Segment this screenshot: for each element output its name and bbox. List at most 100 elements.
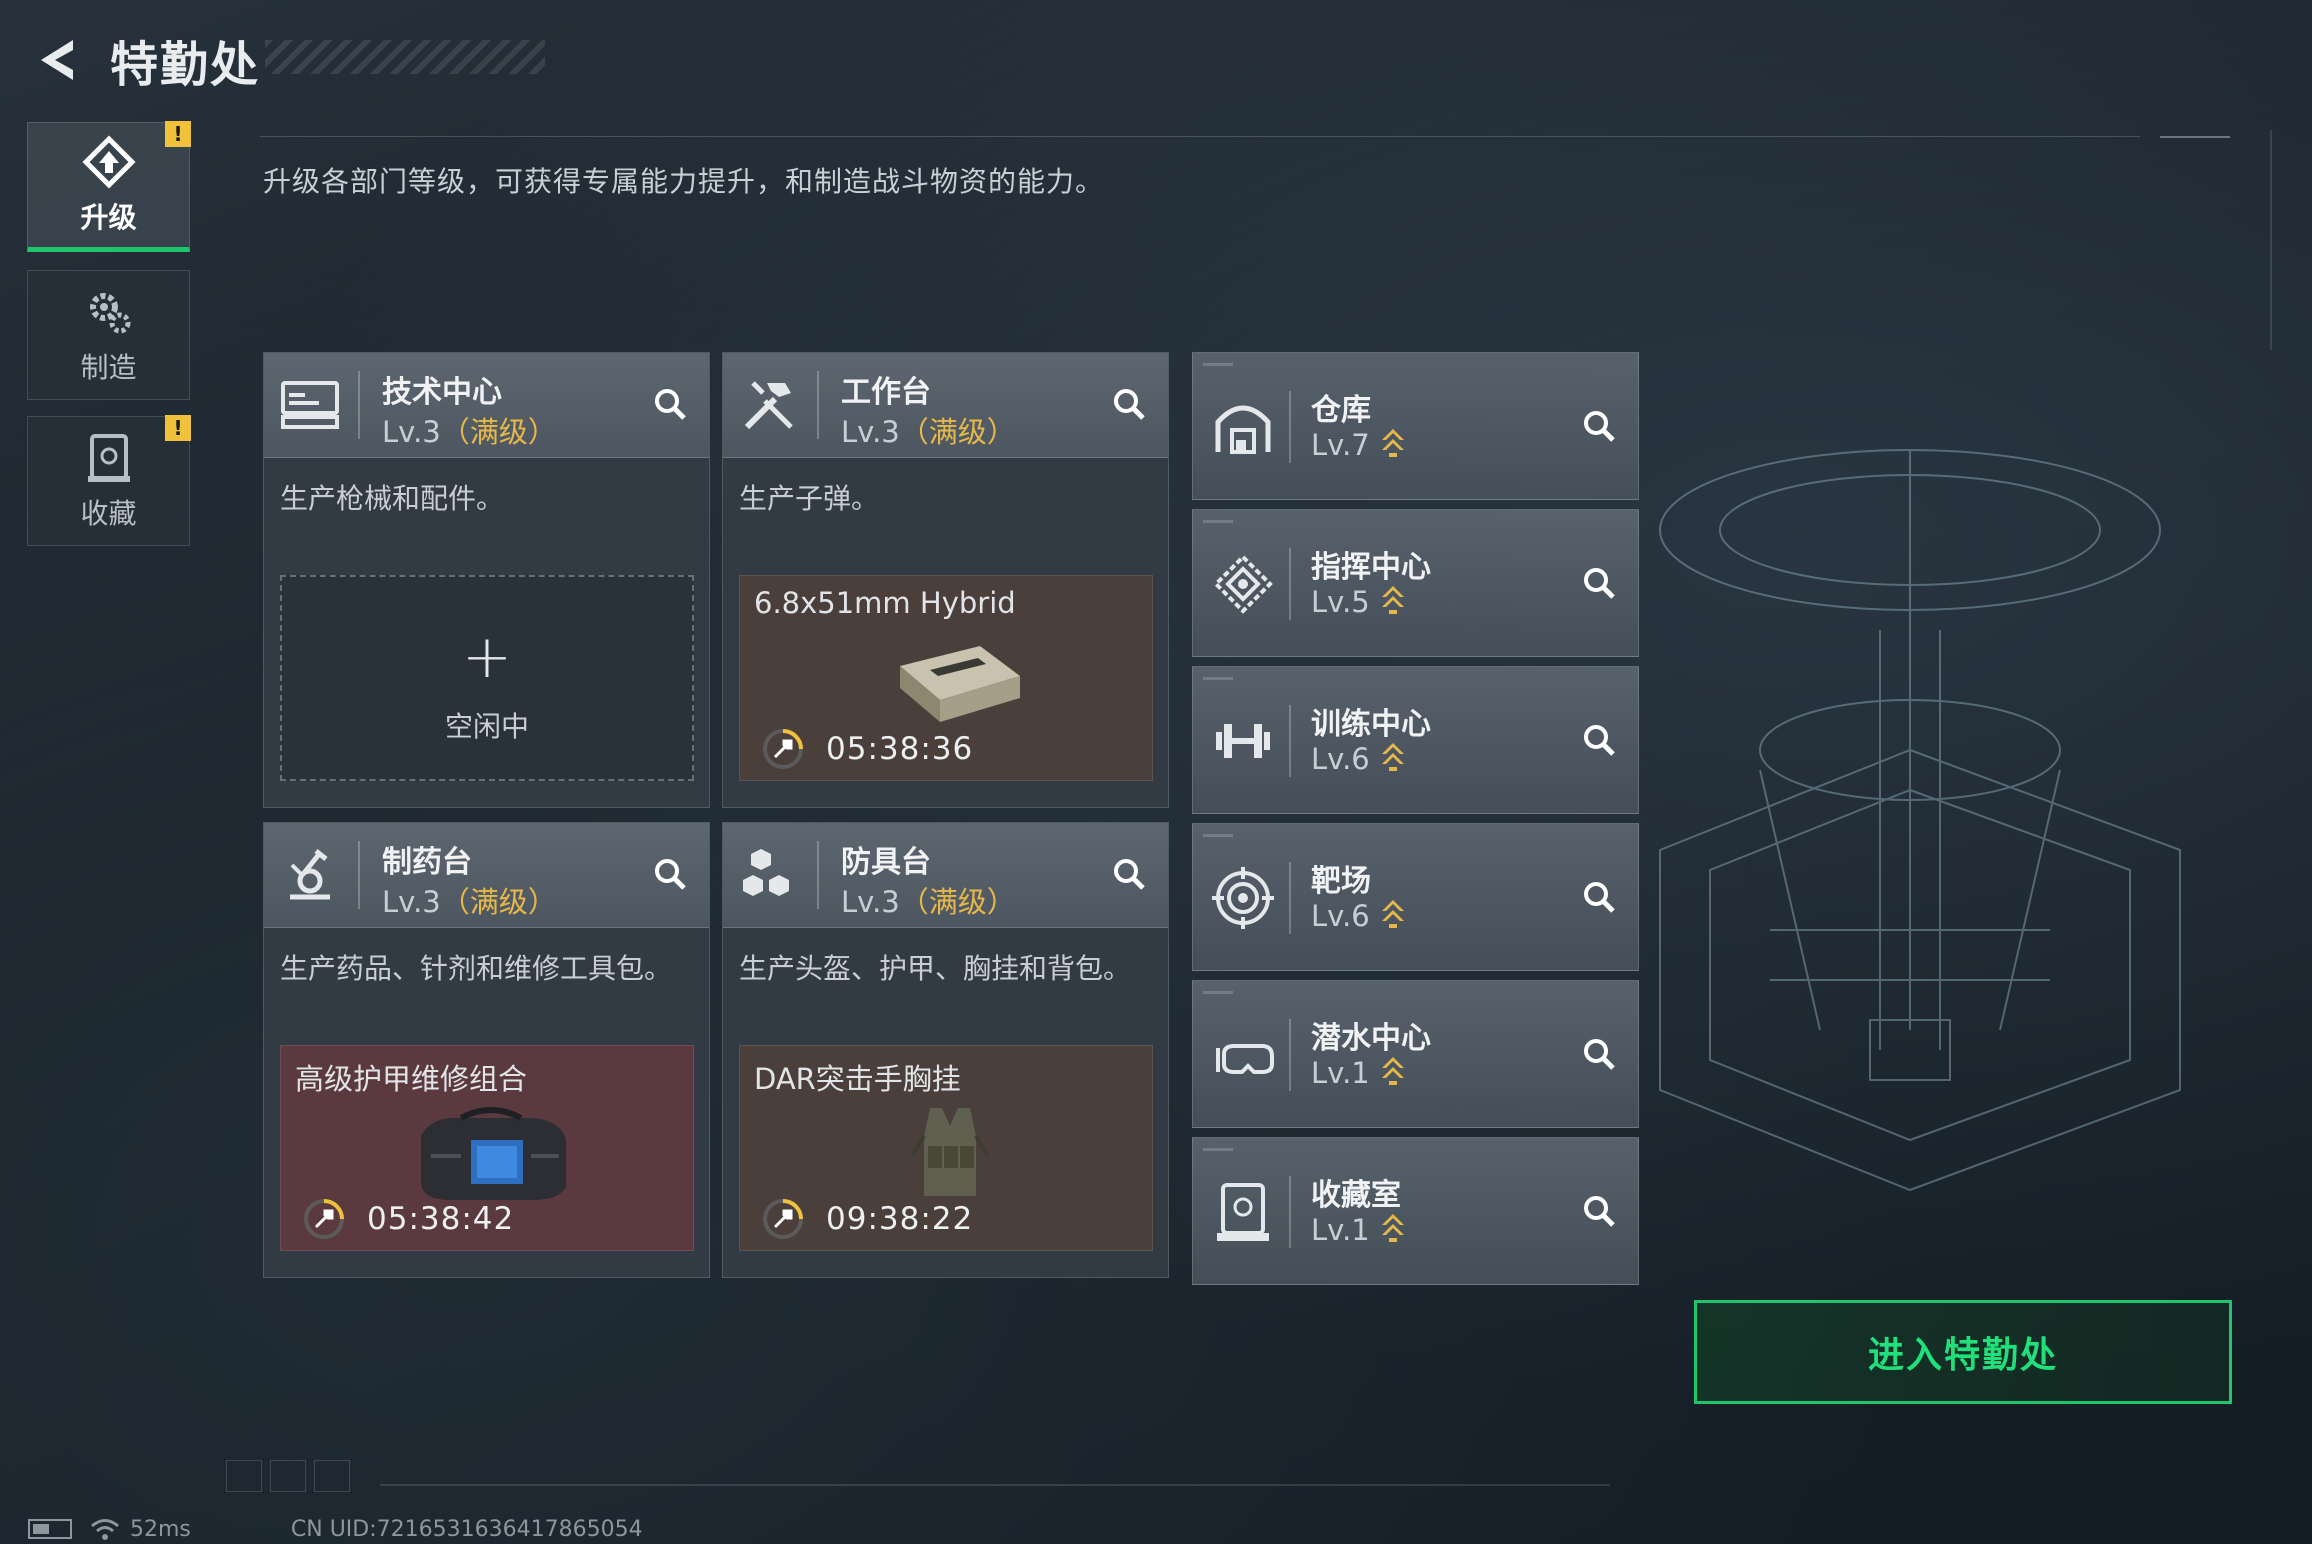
card-description: 生产枪械和配件。 bbox=[280, 482, 505, 515]
upgrade-arrow-icon bbox=[1381, 900, 1404, 928]
command-center-icon bbox=[1207, 548, 1279, 620]
background-structure-illustration bbox=[1659, 449, 2181, 1192]
production-slot[interactable]: DAR突击手胸挂 09:38:22 bbox=[739, 1045, 1153, 1251]
facility-level: Lv.5 bbox=[1311, 584, 1406, 619]
decoration bbox=[226, 1460, 262, 1492]
enter-special-ops-button[interactable]: 进入特勤处 bbox=[1694, 1300, 2232, 1404]
search-button[interactable] bbox=[649, 383, 691, 425]
tech-center-icon bbox=[278, 373, 342, 437]
search-icon bbox=[655, 389, 686, 420]
armor-bench-icon bbox=[737, 843, 801, 907]
wrench-timer-icon bbox=[763, 1199, 803, 1239]
divider bbox=[1289, 391, 1291, 463]
nav-label: 制造 bbox=[80, 351, 137, 384]
max-level-tag: （满级） bbox=[899, 885, 1016, 919]
facility-diving-center[interactable]: 潜水中心 Lv.1 bbox=[1192, 980, 1639, 1128]
max-level-tag: （满级） bbox=[899, 415, 1016, 449]
card-pharmacy: 制药台 Lv.3（满级） 生产药品、针剂和维修工具包。 高级护甲维修组合 05:… bbox=[263, 822, 710, 1278]
back-button[interactable] bbox=[24, 25, 94, 95]
facility-collection-room[interactable]: 收藏室 Lv.1 bbox=[1192, 1137, 1639, 1285]
warning-badge: ! bbox=[165, 121, 191, 147]
divider bbox=[358, 841, 360, 909]
divider bbox=[1289, 1019, 1291, 1091]
production-slot[interactable]: 6.8x51mm Hybrid 05:38:36 bbox=[739, 575, 1153, 781]
search-icon bbox=[655, 859, 686, 890]
chest-rig-image bbox=[910, 1108, 990, 1196]
item-name: 高级护甲维修组合 bbox=[295, 1062, 528, 1096]
nav-item-upgrade[interactable]: 升级 ! bbox=[27, 121, 191, 252]
facility-name: 仓库 bbox=[1311, 393, 1371, 428]
search-icon bbox=[1584, 1196, 1615, 1227]
level-value: Lv.7 bbox=[1311, 428, 1370, 462]
divider bbox=[1289, 548, 1291, 620]
status-footer: 52ms CN UID:7216531636417865054 bbox=[28, 1514, 643, 1544]
decoration bbox=[1203, 677, 1233, 680]
enter-button-label: 进入特勤处 bbox=[1867, 1335, 2058, 1376]
facility-command-center[interactable]: 指挥中心 Lv.5 bbox=[1192, 509, 1639, 657]
card-level: Lv.3（满级） bbox=[382, 409, 557, 451]
pharmacy-icon bbox=[278, 843, 342, 907]
level-value: Lv.1 bbox=[1311, 1213, 1370, 1247]
facility-level: Lv.6 bbox=[1311, 898, 1406, 933]
divider-accent bbox=[2160, 136, 2230, 138]
nav-item-craft[interactable]: 制造 bbox=[27, 270, 190, 400]
decoration bbox=[1203, 363, 1233, 366]
workbench-icon bbox=[737, 373, 801, 437]
divider bbox=[260, 136, 2140, 137]
nav-item-collection[interactable]: 收藏 ! bbox=[27, 415, 191, 546]
card-header: 制药台 Lv.3（满级） bbox=[264, 823, 709, 928]
decoration bbox=[270, 1460, 306, 1492]
search-button[interactable] bbox=[1578, 1190, 1620, 1232]
facility-name: 训练中心 bbox=[1311, 707, 1431, 742]
wifi-icon bbox=[91, 1519, 119, 1540]
divider bbox=[1289, 862, 1291, 934]
search-button[interactable] bbox=[649, 853, 691, 895]
item-name: 6.8x51mm Hybrid bbox=[754, 586, 1016, 620]
search-button[interactable] bbox=[1578, 405, 1620, 447]
card-armor-bench: 防具台 Lv.3（满级） 生产头盔、护甲、胸挂和背包。 DAR突击手胸挂 09:… bbox=[722, 822, 1169, 1278]
facility-name: 收藏室 bbox=[1311, 1178, 1401, 1213]
level-value: Lv.3 bbox=[382, 885, 441, 919]
battery-icon bbox=[28, 1519, 72, 1539]
card-description: 生产头盔、护甲、胸挂和背包。 bbox=[739, 952, 1132, 985]
facility-name: 潜水中心 bbox=[1311, 1021, 1431, 1056]
search-button[interactable] bbox=[1578, 1033, 1620, 1075]
card-title: 工作台 bbox=[841, 375, 931, 410]
upgrade-icon bbox=[81, 134, 137, 190]
title-decoration bbox=[265, 40, 545, 74]
search-button[interactable] bbox=[1108, 383, 1150, 425]
upgrade-arrow-icon bbox=[1381, 429, 1404, 457]
production-slot-idle[interactable]: + 空闲中 bbox=[280, 575, 694, 781]
divider bbox=[1289, 705, 1291, 777]
card-tech-center: 技术中心 Lv.3（满级） 生产枪械和配件。 + 空闲中 bbox=[263, 352, 710, 808]
facility-shooting-range[interactable]: 靶场 Lv.6 bbox=[1192, 823, 1639, 971]
card-description: 生产药品、针剂和维修工具包。 bbox=[280, 952, 673, 985]
repair-kit-bag-image bbox=[421, 1107, 566, 1200]
app-root: 特勤处 升级 ! 制造 收藏 ! 升级各部门等级，可获得专属能力提升，和制造战斗… bbox=[0, 0, 2312, 1544]
search-button[interactable] bbox=[1578, 562, 1620, 604]
search-button[interactable] bbox=[1578, 719, 1620, 761]
intro-text: 升级各部门等级，可获得专属能力提升，和制造战斗物资的能力。 bbox=[263, 165, 1105, 198]
max-level-tag: （满级） bbox=[440, 415, 557, 449]
dumbbell-icon bbox=[1207, 705, 1279, 777]
search-icon bbox=[1584, 568, 1615, 599]
ping-value: 52ms bbox=[130, 1516, 191, 1542]
decoration bbox=[1203, 834, 1233, 837]
decorative-ticks bbox=[2270, 130, 2272, 350]
search-button[interactable] bbox=[1108, 853, 1150, 895]
diving-mask-icon bbox=[1207, 1019, 1279, 1091]
upgrade-arrow-icon bbox=[1381, 743, 1404, 771]
divider bbox=[1289, 1176, 1291, 1248]
production-slot[interactable]: 高级护甲维修组合 05:38:42 bbox=[280, 1045, 694, 1251]
search-icon bbox=[1114, 859, 1145, 890]
facility-training-center[interactable]: 训练中心 Lv.6 bbox=[1192, 666, 1639, 814]
divider bbox=[358, 371, 360, 439]
search-button[interactable] bbox=[1578, 876, 1620, 918]
countdown-timer: 05:38:42 bbox=[367, 1201, 515, 1237]
nav-label: 升级 bbox=[80, 201, 137, 234]
facility-warehouse[interactable]: 仓库 Lv.7 bbox=[1192, 352, 1639, 500]
back-arrow-icon bbox=[41, 40, 73, 80]
divider bbox=[817, 841, 819, 909]
countdown-timer: 05:38:36 bbox=[826, 731, 974, 767]
card-workbench: 工作台 Lv.3（满级） 生产子弹。 6.8x51mm Hybrid 05:38… bbox=[722, 352, 1169, 808]
